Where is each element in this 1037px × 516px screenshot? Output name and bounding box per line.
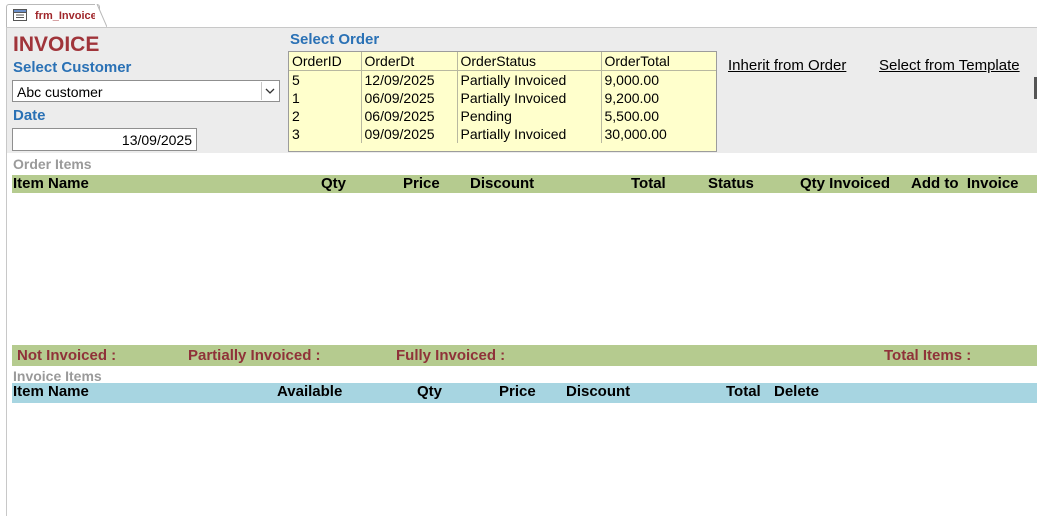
total-items-label: Total Items :	[884, 347, 972, 364]
column-header: Price	[499, 383, 536, 400]
customer-dropdown-button[interactable]	[261, 82, 278, 100]
column-header: OrderID	[289, 52, 362, 71]
order-items-list[interactable]	[12, 193, 1037, 343]
invoice-items-list[interactable]	[12, 403, 1037, 516]
column-header: Item Name	[13, 383, 89, 400]
order-row[interactable]: 3 09/09/2025 Partially Invoiced 30,000.0…	[289, 125, 716, 143]
order-date: 06/09/2025	[361, 89, 458, 107]
order-total: 9,000.00	[604, 72, 660, 88]
order-status: Pending	[457, 107, 602, 125]
order-items-header: Item Name Qty Price Discount Total Statu…	[12, 175, 1037, 193]
form-icon	[13, 9, 27, 21]
customer-value: Abc customer	[17, 84, 103, 100]
column-header: OrderStatus	[457, 52, 602, 71]
order-status: Partially Invoiced	[457, 70, 602, 89]
order-table: OrderID OrderDt OrderStatus OrderTotal 5…	[289, 52, 716, 143]
document-tab-strip	[0, 0, 1037, 28]
column-header: Status	[708, 175, 754, 192]
select-from-template-link[interactable]: Select from Template	[879, 57, 1020, 74]
column-header: Discount	[566, 383, 631, 400]
order-status: Partially Invoiced	[457, 125, 602, 143]
order-id: 2	[289, 107, 362, 125]
inherit-from-order-link[interactable]: Inherit from Order	[728, 57, 846, 74]
order-status: Partially Invoiced	[457, 89, 602, 107]
column-header: Delete	[774, 383, 820, 400]
column-header: Qty Invoiced	[800, 175, 891, 192]
tab-label: frm_Invoice	[35, 10, 97, 22]
order-id: 3	[289, 125, 362, 143]
select-order-label: Select Order	[290, 31, 380, 48]
order-items-section-label: Order Items	[13, 156, 92, 172]
form-left-border	[0, 27, 7, 516]
column-header: Discount	[470, 175, 535, 192]
not-invoiced-label: Not Invoiced :	[17, 347, 117, 364]
date-value: 13/09/2025	[121, 132, 192, 148]
column-header: Available	[277, 383, 343, 400]
order-date: 09/09/2025	[361, 125, 458, 143]
tab-edge	[95, 4, 107, 27]
date-field[interactable]: 13/09/2025	[12, 128, 197, 151]
select-customer-label: Select Customer	[13, 59, 132, 76]
order-list[interactable]: OrderID OrderDt OrderStatus OrderTotal 5…	[288, 51, 717, 152]
invoice-summary-bar: Not Invoiced : Partially Invoiced : Full…	[12, 345, 1037, 366]
order-total: 9,200.00	[604, 90, 660, 106]
column-header: Item Name	[13, 175, 89, 192]
column-header: Price	[403, 175, 440, 192]
order-total: 30,000.00	[604, 126, 667, 142]
column-header: Qty	[417, 383, 443, 400]
date-label: Date	[13, 107, 46, 124]
order-id: 5	[289, 70, 362, 89]
order-date: 06/09/2025	[361, 107, 458, 125]
order-id: 1	[289, 89, 362, 107]
customer-combobox[interactable]: Abc customer	[12, 80, 280, 102]
order-date: 12/09/2025	[361, 70, 458, 89]
tab-frm-invoice[interactable]: frm_Invoice	[6, 4, 100, 27]
order-row[interactable]: 5 12/09/2025 Partially Invoiced 9,000.00	[289, 70, 716, 89]
order-list-header: OrderID OrderDt OrderStatus OrderTotal	[289, 52, 716, 71]
column-header: OrderDt	[361, 52, 458, 71]
column-header: Total	[726, 383, 761, 400]
order-total: 5,500.00	[604, 108, 660, 124]
fully-invoiced-label: Fully Invoiced :	[396, 347, 506, 364]
invoice-items-section-label: Invoice Items	[13, 368, 102, 384]
column-header: Add to Invoice	[911, 175, 1019, 192]
partially-invoiced-label: Partially Invoiced :	[188, 347, 321, 364]
column-header: Total	[631, 175, 666, 192]
invoice-items-header: Item Name Available Qty Price Discount T…	[12, 383, 1037, 403]
order-row[interactable]: 1 06/09/2025 Partially Invoiced 9,200.00	[289, 89, 716, 107]
column-header: Qty	[321, 175, 347, 192]
column-header: OrderTotal	[601, 52, 716, 71]
order-row[interactable]: 2 06/09/2025 Pending 5,500.00	[289, 107, 716, 125]
page-title: INVOICE	[13, 33, 100, 56]
chevron-down-icon	[265, 88, 275, 94]
